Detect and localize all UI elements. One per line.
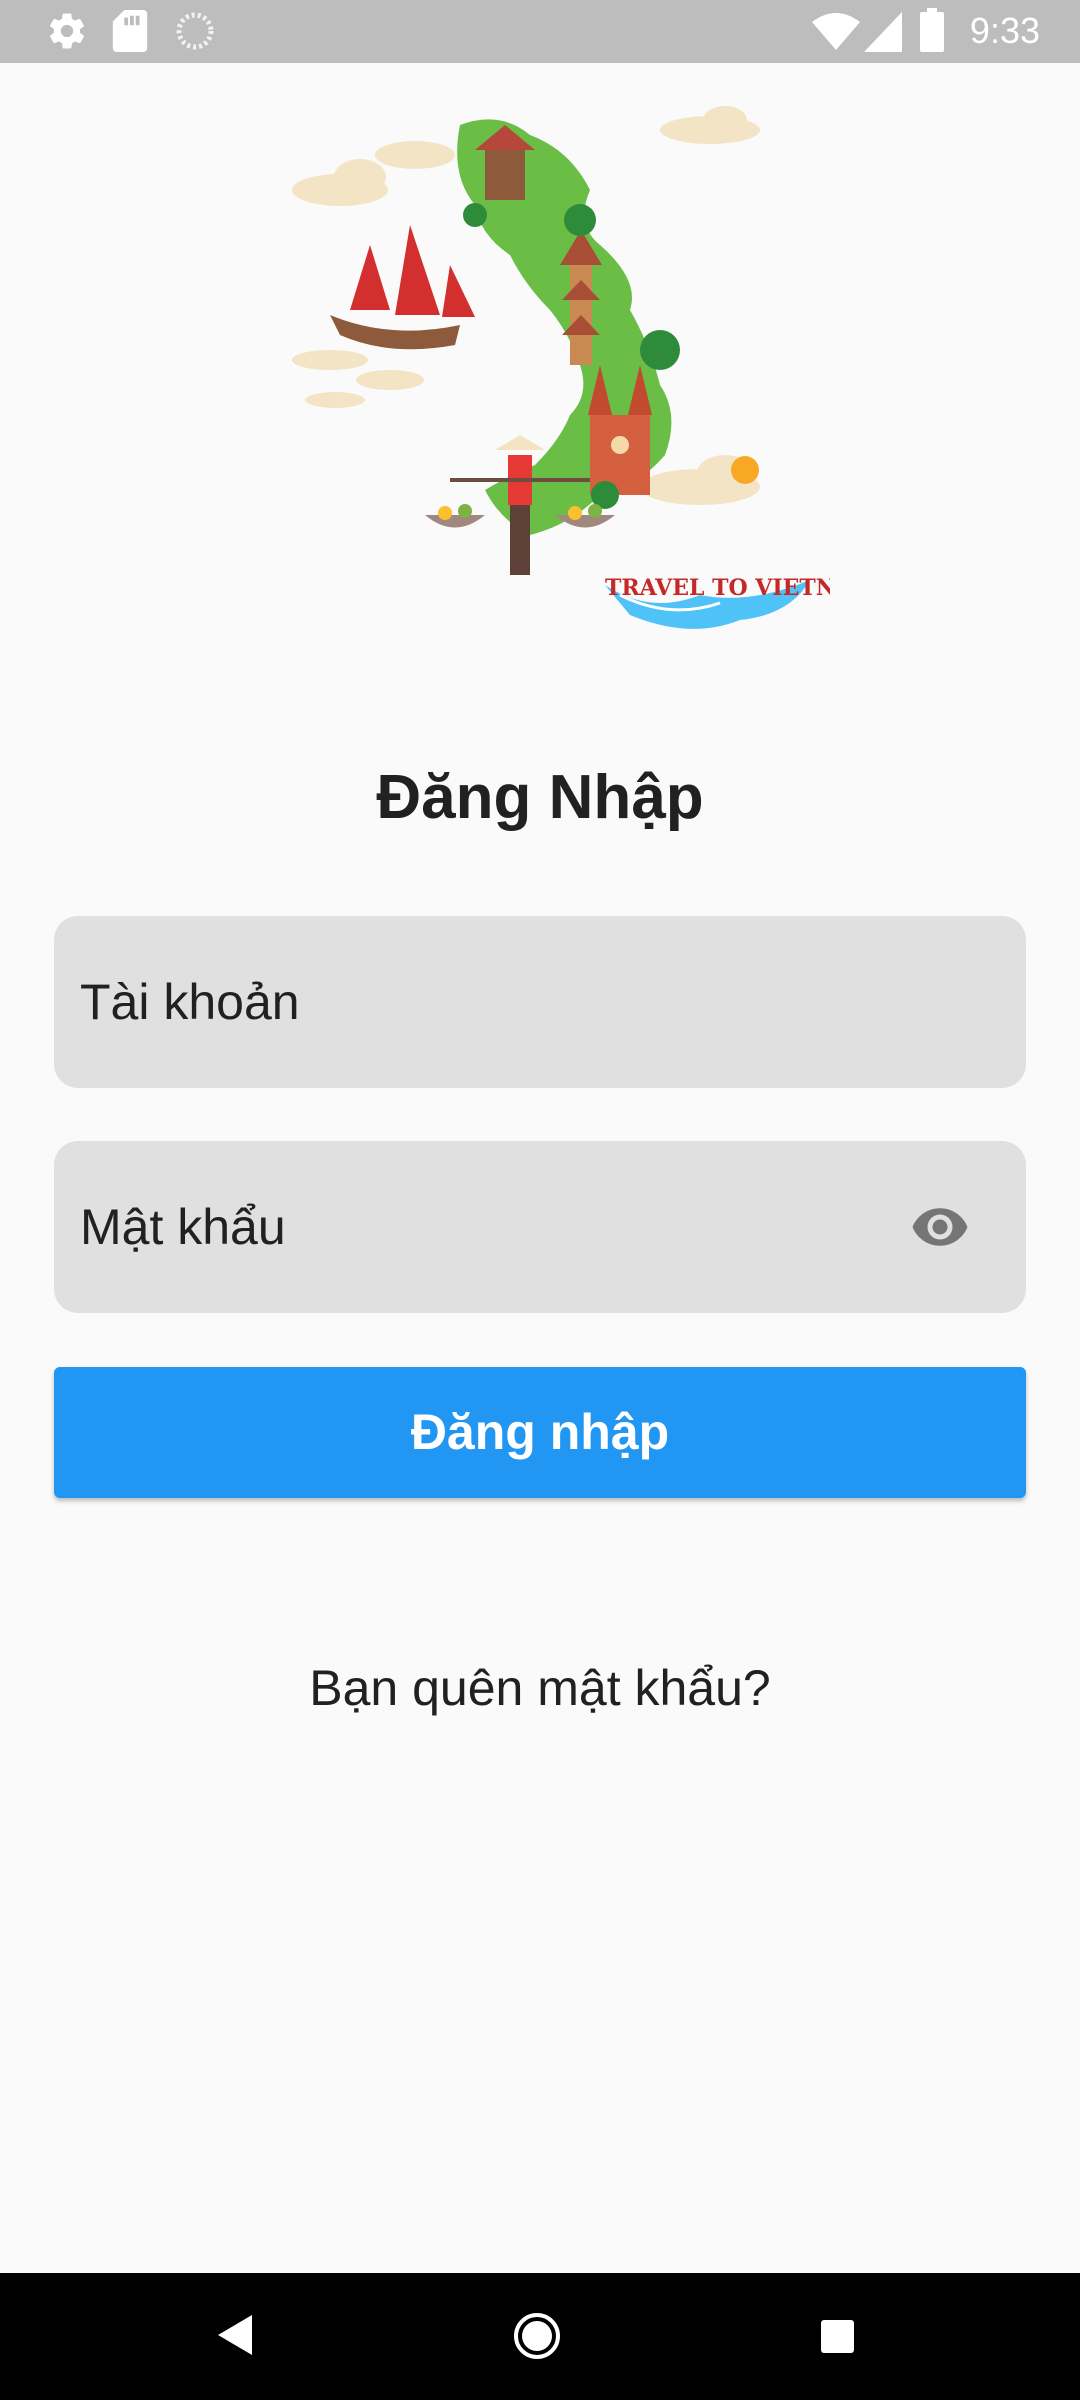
travel-caption: TRAVEL TO VIETNAM xyxy=(605,575,830,601)
vietnam-map-illustration: TRAVEL TO VIETNAM xyxy=(292,106,830,629)
loading-icon xyxy=(176,12,214,50)
forgot-password-link[interactable]: Bạn quên mật khẩu? xyxy=(0,1655,1080,1721)
password-input[interactable] xyxy=(80,1141,920,1313)
password-field[interactable] xyxy=(54,1141,1026,1313)
username-input[interactable] xyxy=(80,916,920,1088)
settings-icon xyxy=(49,13,85,49)
back-icon[interactable] xyxy=(218,2315,252,2355)
page-title: Đăng Nhập xyxy=(376,763,704,832)
status-bar: 9:33 xyxy=(0,0,1080,63)
login-button[interactable]: Đăng nhập xyxy=(54,1367,1026,1498)
signal-icon xyxy=(864,12,902,52)
battery-icon xyxy=(920,8,944,52)
username-field[interactable] xyxy=(54,916,1026,1088)
recents-icon[interactable] xyxy=(821,2320,854,2353)
status-time: 9:33 xyxy=(969,10,1040,51)
wifi-icon xyxy=(812,13,860,50)
eye-icon[interactable] xyxy=(908,1197,972,1257)
home-icon[interactable] xyxy=(512,2311,562,2361)
navigation-bar xyxy=(0,2273,1080,2400)
sd-card-icon xyxy=(112,10,148,52)
